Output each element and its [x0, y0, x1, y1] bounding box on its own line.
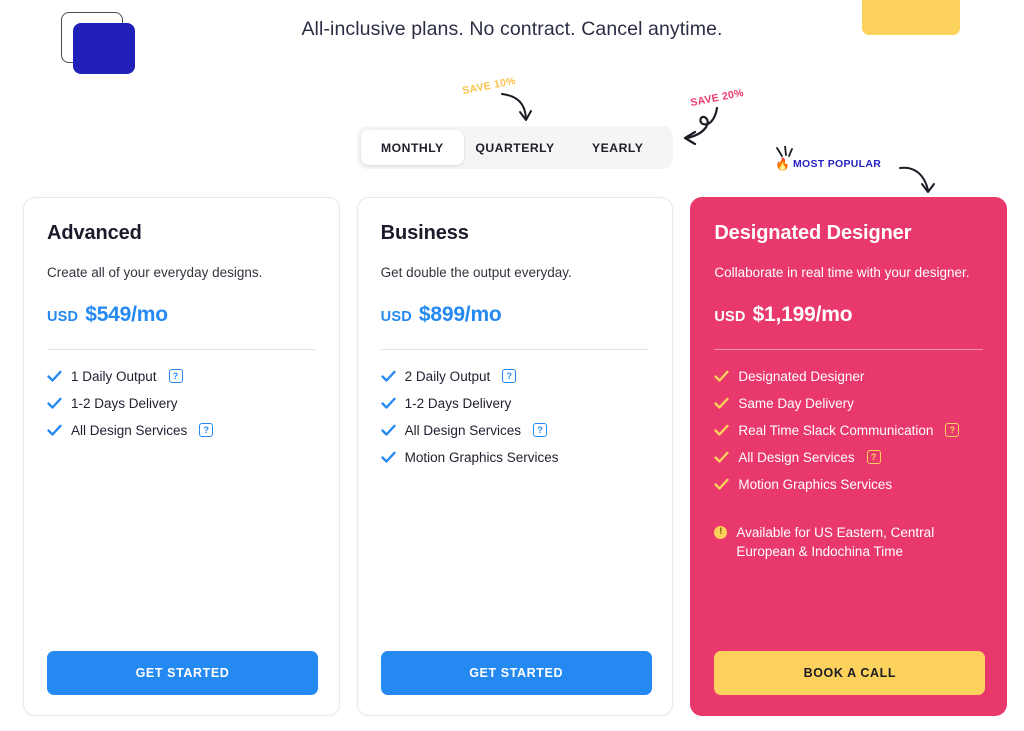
feature-label: All Design Services [404, 422, 521, 438]
plan-title: Designated Designer [714, 222, 912, 244]
price-amount: $549/mo [85, 302, 168, 326]
feature-item: Real Time Slack Communication ? [714, 423, 983, 438]
feature-item: 2 Daily Output ? [381, 369, 650, 384]
feature-item: Motion Graphics Services [381, 450, 650, 465]
feature-label: Same Day Delivery [738, 395, 854, 411]
pricing-card-advanced: Advanced Create all of your everyday des… [23, 197, 340, 716]
check-icon [714, 397, 729, 409]
card-divider [714, 348, 984, 350]
feature-label: All Design Services [738, 449, 855, 465]
feature-item: Motion Graphics Services [714, 477, 983, 492]
card-divider [47, 348, 316, 350]
check-icon [47, 424, 62, 436]
save-20-annotation: SAVE 20% [683, 87, 745, 146]
check-icon [381, 451, 396, 463]
availability-note-text: Available for US Eastern, Central Europe… [736, 524, 935, 560]
availability-note: ! Available for US Eastern, Central Euro… [714, 523, 983, 562]
feature-item: All Design Services ? [714, 450, 983, 465]
feature-label: 1 Daily Output [71, 368, 157, 384]
most-popular-label: MOST POPULAR [792, 158, 882, 170]
info-icon: ! [714, 525, 728, 539]
pricing-card-designated-designer: Designated Designer Collaborate in real … [690, 197, 1008, 716]
curved-arrow-down-icon [501, 93, 532, 121]
pricing-page: All-inclusive plans. No contract. Cancel… [0, 0, 1024, 731]
feature-label: Motion Graphics Services [404, 449, 559, 465]
billing-period-toggle[interactable]: MONTHLY QUARTERLY YEARLY [357, 126, 673, 169]
feature-list: 1 Daily Output ? 1-2 Days Delivery All D… [47, 369, 316, 438]
feature-label: 1-2 Days Delivery [71, 395, 178, 411]
arrow-down-right-icon [899, 166, 935, 193]
feature-item: All Design Services ? [381, 423, 650, 438]
pricing-card-business: Business Get double the output everyday.… [356, 197, 674, 716]
help-icon[interactable]: ? [532, 423, 547, 438]
check-icon [47, 370, 62, 382]
plan-title: Business [380, 222, 469, 244]
feature-item: 1-2 Days Delivery [47, 396, 316, 411]
help-icon[interactable]: ? [945, 423, 960, 438]
check-icon [714, 370, 729, 382]
book-a-call-button[interactable]: BOOK A CALL [714, 651, 986, 695]
price-currency: USD [380, 308, 412, 325]
plan-subtitle: Create all of your everyday designs. [47, 265, 263, 280]
price-amount: $899/mo [418, 302, 502, 326]
header-cta-button[interactable] [862, 0, 960, 35]
feature-label: 1-2 Days Delivery [404, 395, 512, 411]
plan-price: USD $899/mo [381, 303, 650, 327]
save-10-annotation: SAVE 10% [461, 75, 532, 121]
check-icon [714, 424, 729, 436]
price-currency: USD [714, 308, 746, 325]
pricing-cards: Advanced Create all of your everyday des… [23, 197, 1008, 716]
toggle-option-monthly[interactable]: MONTHLY [361, 130, 464, 165]
check-icon [714, 451, 729, 463]
feature-item: All Design Services ? [47, 423, 316, 438]
get-started-button[interactable]: GET STARTED [47, 651, 318, 695]
check-icon [47, 397, 62, 409]
most-popular-badge: 🔥 MOST POPULAR [775, 146, 935, 193]
feature-item: 1 Daily Output ? [47, 369, 316, 384]
plan-price: USD $1,199/mo [714, 303, 983, 327]
card-divider [380, 348, 650, 350]
curly-arrow-left-icon [683, 106, 719, 146]
check-icon [714, 478, 729, 490]
help-icon[interactable]: ? [199, 423, 214, 438]
feature-list: Designated Designer Same Day Delivery Re… [714, 369, 983, 492]
help-icon[interactable]: ? [866, 450, 881, 465]
feature-label: Designated Designer [738, 368, 865, 384]
get-started-button[interactable]: GET STARTED [380, 651, 652, 695]
feature-label: All Design Services [71, 422, 188, 438]
check-icon [381, 370, 396, 382]
sparkle-icon [776, 146, 793, 157]
plan-subtitle: Collaborate in real time with your desig… [714, 265, 970, 280]
plan-title: Advanced [47, 222, 142, 244]
help-icon[interactable]: ? [502, 369, 517, 384]
feature-item: 1-2 Days Delivery [381, 396, 650, 411]
feature-list: 2 Daily Output ? 1-2 Days Delivery All D… [381, 369, 650, 465]
check-icon [381, 397, 396, 409]
feature-label: Real Time Slack Communication [738, 422, 934, 438]
toggle-option-quarterly[interactable]: QUARTERLY [464, 130, 567, 165]
check-icon [381, 424, 396, 436]
feature-item: Same Day Delivery [714, 396, 983, 411]
plan-subtitle: Get double the output everyday. [380, 265, 572, 280]
help-icon[interactable]: ? [168, 369, 183, 384]
price-currency: USD [47, 308, 79, 325]
feature-label: Motion Graphics Services [738, 476, 893, 492]
feature-label: 2 Daily Output [404, 368, 491, 384]
plan-price: USD $549/mo [47, 303, 316, 327]
feature-item: Designated Designer [714, 369, 983, 384]
price-amount: $1,199/mo [752, 302, 853, 326]
toggle-option-yearly[interactable]: YEARLY [566, 130, 669, 165]
